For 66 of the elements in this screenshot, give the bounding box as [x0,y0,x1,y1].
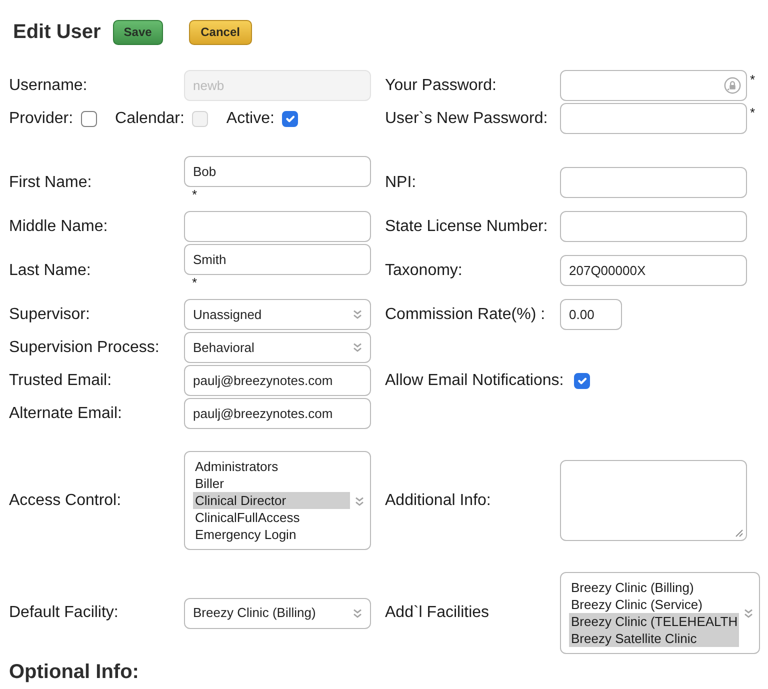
listbox-option[interactable]: Breezy Clinic (TELEHEALTH [569,613,739,630]
required-asterisk: * [192,187,198,202]
field-label: Trusted Email: [9,370,113,390]
resize-grip-icon [735,529,743,537]
lock-icon [724,77,741,94]
listbox[interactable]: Administrators Biller Clinical Director ClinicalFullAccess Emergency Login [184,451,371,550]
text-field[interactable]: paulj@breezynotes.com [184,398,371,429]
listbox-option[interactable]: Breezy Clinic (Service) [569,596,739,613]
section-heading: Optional Info: [9,660,139,684]
required-asterisk: * [192,275,198,290]
dropdown[interactable]: Behavioral [184,332,371,363]
field-label: Supervision Process: [9,338,160,358]
password-field[interactable] [560,103,747,134]
field-label: Supervisor: [9,304,91,324]
listbox-option[interactable]: ClinicalFullAccess [193,509,350,526]
text-field[interactable] [184,211,371,242]
dropdown[interactable]: Unassigned [184,299,371,330]
listbox-option[interactable]: Clinical Director [193,492,350,509]
save-button[interactable]: Save [112,20,163,45]
field-label: NPI: [385,172,418,192]
field-label: Default Facility: [9,603,120,623]
checkbox-label: Allow Email Notifications: [385,370,564,390]
checkbox-label: Provider: [9,108,74,128]
field-label: State License Number: [385,216,549,236]
checkbox[interactable] [574,372,590,388]
required-asterisk: * [749,71,756,88]
checkbox[interactable] [81,110,98,126]
double-chevron-icon [744,609,753,618]
field-label: Commission Rate(%) : [385,304,546,324]
page-title: Edit User [13,20,101,45]
listbox[interactable]: Breezy Clinic (Billing) Breezy Clinic (Service) Breezy Clinic (TELEHEALTH Breezy Satellite Clinic [560,572,760,654]
password-field[interactable] [560,70,747,101]
listbox-option[interactable]: Breezy Clinic (Billing) [569,579,739,596]
field-label: Last Name: [9,260,92,280]
listbox-option[interactable]: Biller [193,475,350,492]
cancel-button[interactable]: Cancel [188,20,252,45]
double-chevron-icon [355,496,364,506]
listbox-option[interactable]: Breezy Satellite Clinic [569,630,739,647]
double-chevron-icon [353,310,362,319]
text-field[interactable]: 207Q00000X [560,255,747,286]
field-label: Additional Info: [385,490,492,510]
double-chevron-icon [353,608,362,618]
double-chevron-icon [353,343,362,352]
field-label: First Name: [9,172,93,192]
required-asterisk: * [749,104,756,121]
field-label: Your Password: [385,76,498,96]
text-field[interactable]: Smith [184,244,371,275]
listbox-option[interactable]: Administrators [193,458,350,475]
text-field[interactable] [560,211,747,242]
field-label: Add`l Facilities [385,603,490,623]
checkbox[interactable] [282,110,298,126]
listbox-option[interactable]: Emergency Login [193,526,350,543]
field-label: Access Control: [9,490,122,510]
field-label: Taxonomy: [385,260,464,280]
field-label: Middle Name: [9,216,109,236]
text-field[interactable]: paulj@breezynotes.com [184,365,371,396]
checkbox-label: Active: [226,108,274,128]
field-label: User`s New Password: [385,108,549,128]
field-label: Username: [9,76,88,96]
checkbox-label: Calendar: [115,108,184,128]
text-field[interactable] [560,167,747,198]
field-label: Alternate Email: [9,404,123,424]
text-area[interactable] [560,460,747,541]
dropdown[interactable]: Breezy Clinic (Billing) [184,598,371,628]
text-field[interactable]: 0.00 [560,299,622,330]
text-field[interactable]: Bob [184,156,371,187]
